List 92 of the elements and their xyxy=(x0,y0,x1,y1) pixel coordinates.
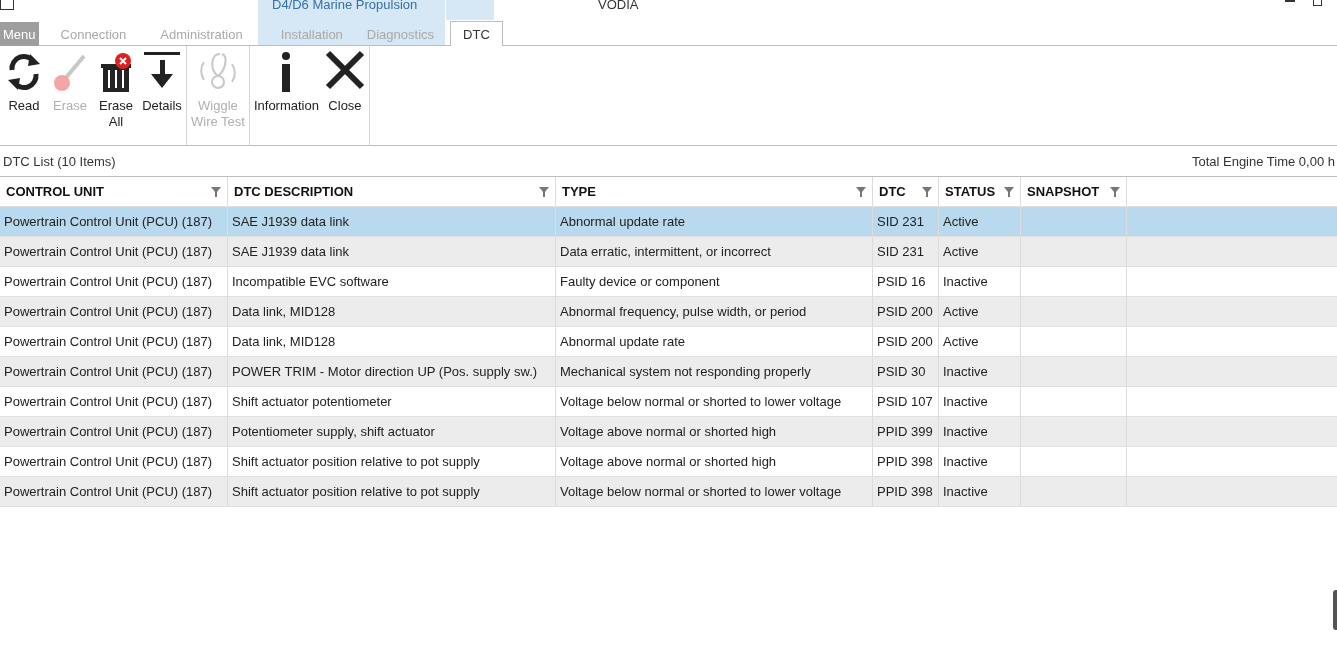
table-cell: Powertrain Control Unit (PCU) (187) xyxy=(0,267,228,296)
refresh-icon xyxy=(8,54,40,90)
table-cell: PPID 398 xyxy=(873,477,939,506)
filter-icon[interactable] xyxy=(211,186,221,197)
table-cell: PSID 200 xyxy=(873,297,939,326)
table-cell: Active xyxy=(939,207,1021,236)
download-arrow-icon xyxy=(144,52,180,88)
context-tab-strip xyxy=(446,0,494,20)
info-icon xyxy=(282,52,291,92)
restore-icon[interactable] xyxy=(1313,0,1323,6)
window-title: VODIA xyxy=(598,0,639,12)
table-cell: Voltage below normal or shorted to lower voltage xyxy=(556,477,873,506)
eraser-pen-icon xyxy=(54,54,86,91)
table-cell: Powertrain Control Unit (PCU) (187) xyxy=(0,417,228,446)
table-row[interactable]: Powertrain Control Unit (PCU) (187) Data link, MID128 Abnormal update rate PSID 200 Active xyxy=(0,327,1337,357)
column-header[interactable]: DTC DESCRIPTION xyxy=(228,177,556,206)
table-cell: SID 231 xyxy=(873,237,939,266)
table-cell: Powertrain Control Unit (PCU) (187) xyxy=(0,297,228,326)
table-cell: SAE J1939 data link xyxy=(228,237,556,266)
table-cell: Shift actuator potentiometer xyxy=(228,387,556,416)
table-row[interactable]: Powertrain Control Unit (PCU) (187) SAE J1939 data link Data erratic, intermittent, or incorrect SID 231 Active xyxy=(0,237,1337,267)
table-cell: Shift actuator position relative to pot supply xyxy=(228,477,556,506)
table-cell: Potentiometer supply, shift actuator xyxy=(228,417,556,446)
table-cell: PSID 200 xyxy=(873,327,939,356)
table-cell: Powertrain Control Unit (PCU) (187) xyxy=(0,237,228,266)
table-cell: PPID 398 xyxy=(873,447,939,476)
ribbon-button[interactable]: Details xyxy=(140,50,184,145)
column-header[interactable]: DTC xyxy=(873,177,939,206)
ribbon-button[interactable]: Erase All xyxy=(94,50,138,145)
table-row[interactable]: Powertrain Control Unit (PCU) (187) POWER TRIM - Motor direction UP (Pos. supply sw.) Mechanical system not responding properly PSID 30 Inactive xyxy=(0,357,1337,387)
table-cell: PPID 399 xyxy=(873,417,939,446)
table-cell: SAE J1939 data link xyxy=(228,207,556,236)
table-cell: Inactive xyxy=(939,477,1021,506)
table-row[interactable]: Powertrain Control Unit (PCU) (187) Shift actuator potentiometer Voltage below normal or shorted to lower voltage PSID 107 Inactive xyxy=(0,387,1337,417)
table-row[interactable]: Powertrain Control Unit (PCU) (187) Shift actuator position relative to pot supply Voltage below normal or shorted to lower voltage PPID 398 Inactive xyxy=(0,477,1337,507)
table-cell: Inactive xyxy=(939,447,1021,476)
table-cell: Data link, MID128 xyxy=(228,327,556,356)
table-row[interactable]: Powertrain Control Unit (PCU) (187) Incompatible EVC software Faulty device or component PSID 16 Inactive xyxy=(0,267,1337,297)
table-cell: Active xyxy=(939,297,1021,326)
table-cell: SID 231 xyxy=(873,207,939,236)
table-cell: Shift actuator position relative to pot supply xyxy=(228,447,556,476)
filter-icon[interactable] xyxy=(856,186,866,197)
column-header[interactable]: SNAPSHOT xyxy=(1021,177,1127,206)
table-cell: Inactive xyxy=(939,387,1021,416)
table-cell: Inactive xyxy=(939,357,1021,386)
table-cell: Active xyxy=(939,237,1021,266)
table-cell: Inactive xyxy=(939,417,1021,446)
table-cell: Voltage above normal or shorted high xyxy=(556,417,873,446)
table-cell: Abnormal update rate xyxy=(556,327,873,356)
table-cell: Mechanical system not responding properly xyxy=(556,357,873,386)
table-cell: Active xyxy=(939,327,1021,356)
column-header[interactable]: CONTROL UNIT xyxy=(0,177,228,206)
table-cell: Powertrain Control Unit (PCU) (187) xyxy=(0,387,228,416)
table-cell: Powertrain Control Unit (PCU) (187) xyxy=(0,447,228,476)
ribbon-button[interactable]: Read xyxy=(2,50,46,145)
app-icon xyxy=(0,0,14,10)
filter-icon[interactable] xyxy=(1004,186,1014,197)
table-row[interactable]: Powertrain Control Unit (PCU) (187) SAE J1939 data link Abnormal update rate SID 231 Active xyxy=(0,207,1337,237)
ribbon-button[interactable]: Close xyxy=(323,50,367,145)
table-cell: Data link, MID128 xyxy=(228,297,556,326)
close-icon xyxy=(325,50,365,90)
ribbon-button[interactable]: Information xyxy=(251,50,321,145)
table-cell: Voltage above normal or shorted high xyxy=(556,447,873,476)
table-row[interactable]: Powertrain Control Unit (PCU) (187) Shift actuator position relative to pot supply Voltage above normal or shorted high PPID 398 Inactive xyxy=(0,447,1337,477)
filter-icon[interactable] xyxy=(922,186,932,197)
filter-icon[interactable] xyxy=(1110,186,1120,197)
table-cell: PSID 30 xyxy=(873,357,939,386)
table-cell: Abnormal frequency, pulse width, or period xyxy=(556,297,873,326)
engine-time-label: Total Engine Time 0,00 h xyxy=(1191,153,1335,169)
table-cell: Incompatible EVC software xyxy=(228,267,556,296)
table-cell: Data erratic, intermittent, or incorrect xyxy=(556,237,873,266)
table-cell: Voltage below normal or shorted to lower voltage xyxy=(556,387,873,416)
context-group-label: D4/D6 Marine Propulsion xyxy=(272,0,418,12)
table-cell: Powertrain Control Unit (PCU) (187) xyxy=(0,327,228,356)
table-row[interactable]: Powertrain Control Unit (PCU) (187) Data link, MID128 Abnormal frequency, pulse width, or period PSID 200 Active xyxy=(0,297,1337,327)
stethoscope-icon xyxy=(200,53,236,89)
column-header[interactable]: STATUS xyxy=(939,177,1021,206)
column-header[interactable]: TYPE xyxy=(556,177,873,206)
table-cell: Powertrain Control Unit (PCU) (187) xyxy=(0,357,228,386)
table-cell: PSID 16 xyxy=(873,267,939,296)
ribbon-tab[interactable]: DTC xyxy=(450,21,503,46)
table-cell: Faulty device or component xyxy=(556,267,873,296)
trash-delete-icon xyxy=(101,53,131,92)
table-row[interactable]: Powertrain Control Unit (PCU) (187) Potentiometer supply, shift actuator Voltage above normal or shorted high PPID 399 Inactive xyxy=(0,417,1337,447)
filter-icon[interactable] xyxy=(539,186,549,197)
table-cell: Powertrain Control Unit (PCU) (187) xyxy=(0,207,228,236)
table-cell: POWER TRIM - Motor direction UP (Pos. supply sw.) xyxy=(228,357,556,386)
table-cell: Inactive xyxy=(939,267,1021,296)
list-title: DTC List (10 Items) xyxy=(3,153,116,169)
table-cell: Powertrain Control Unit (PCU) (187) xyxy=(0,477,228,506)
table-cell: Abnormal update rate xyxy=(556,207,873,236)
table-cell: PSID 107 xyxy=(873,387,939,416)
